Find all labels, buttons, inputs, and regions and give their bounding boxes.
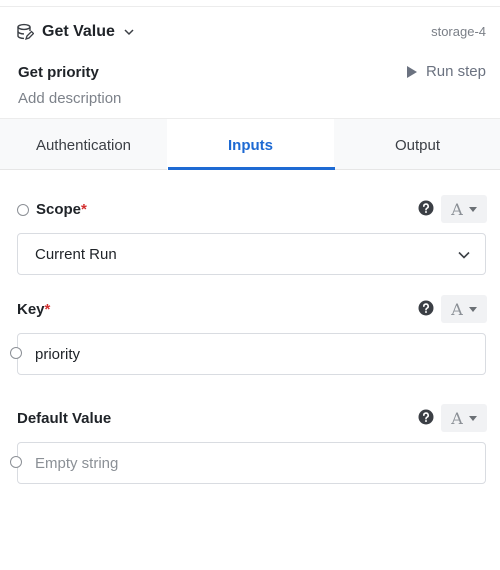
tab-bar: Authentication Inputs Output	[0, 118, 500, 171]
key-label: Key*	[17, 301, 51, 318]
step-header: Get Value storage-4	[0, 18, 500, 46]
default-value-type-dropdown[interactable]: A	[441, 404, 487, 432]
database-icon	[17, 23, 34, 41]
caret-down-icon	[468, 306, 477, 312]
key-connector-handle[interactable]	[10, 347, 22, 359]
scope-connector-handle[interactable]	[17, 204, 29, 216]
help-icon[interactable]	[418, 200, 434, 216]
tab-authentication[interactable]: Authentication	[0, 119, 167, 171]
help-icon[interactable]	[418, 409, 434, 425]
active-tab-indicator	[168, 167, 335, 170]
step-id: storage-4	[431, 24, 486, 39]
scope-select[interactable]: Current Run	[17, 233, 486, 275]
caret-down-icon	[468, 415, 477, 421]
default-value-label: Default Value	[17, 410, 112, 427]
step-name[interactable]: Get priority	[18, 64, 99, 81]
text-type-icon: A	[451, 199, 463, 219]
default-value-placeholder: Empty string	[35, 454, 119, 472]
run-step-button[interactable]: Run step	[406, 63, 486, 80]
key-input[interactable]: priority	[17, 333, 486, 375]
scope-label: Scope*	[36, 201, 87, 218]
default-value-connector-handle[interactable]	[10, 456, 22, 468]
tab-output[interactable]: Output	[334, 119, 500, 171]
caret-down-icon	[468, 206, 477, 212]
run-step-label: Run step	[425, 63, 486, 80]
play-icon	[406, 65, 417, 78]
scope-value: Current Run	[35, 245, 117, 263]
help-icon[interactable]	[418, 300, 434, 316]
chevron-down-icon	[458, 251, 470, 259]
text-type-icon: A	[451, 408, 463, 428]
required-mark: *	[81, 201, 87, 218]
action-title: Get Value	[42, 23, 115, 40]
chevron-down-icon	[124, 29, 134, 36]
key-type-dropdown[interactable]: A	[441, 295, 487, 323]
top-divider	[0, 6, 500, 7]
description-field[interactable]: Add description	[18, 90, 121, 107]
action-selector[interactable]: Get Value	[16, 18, 135, 46]
tab-inputs[interactable]: Inputs	[167, 119, 334, 171]
required-mark: *	[44, 301, 51, 318]
scope-type-dropdown[interactable]: A	[441, 195, 487, 223]
text-type-icon: A	[451, 299, 463, 319]
key-value: priority	[35, 345, 81, 363]
default-value-input[interactable]: Empty string	[17, 442, 486, 484]
